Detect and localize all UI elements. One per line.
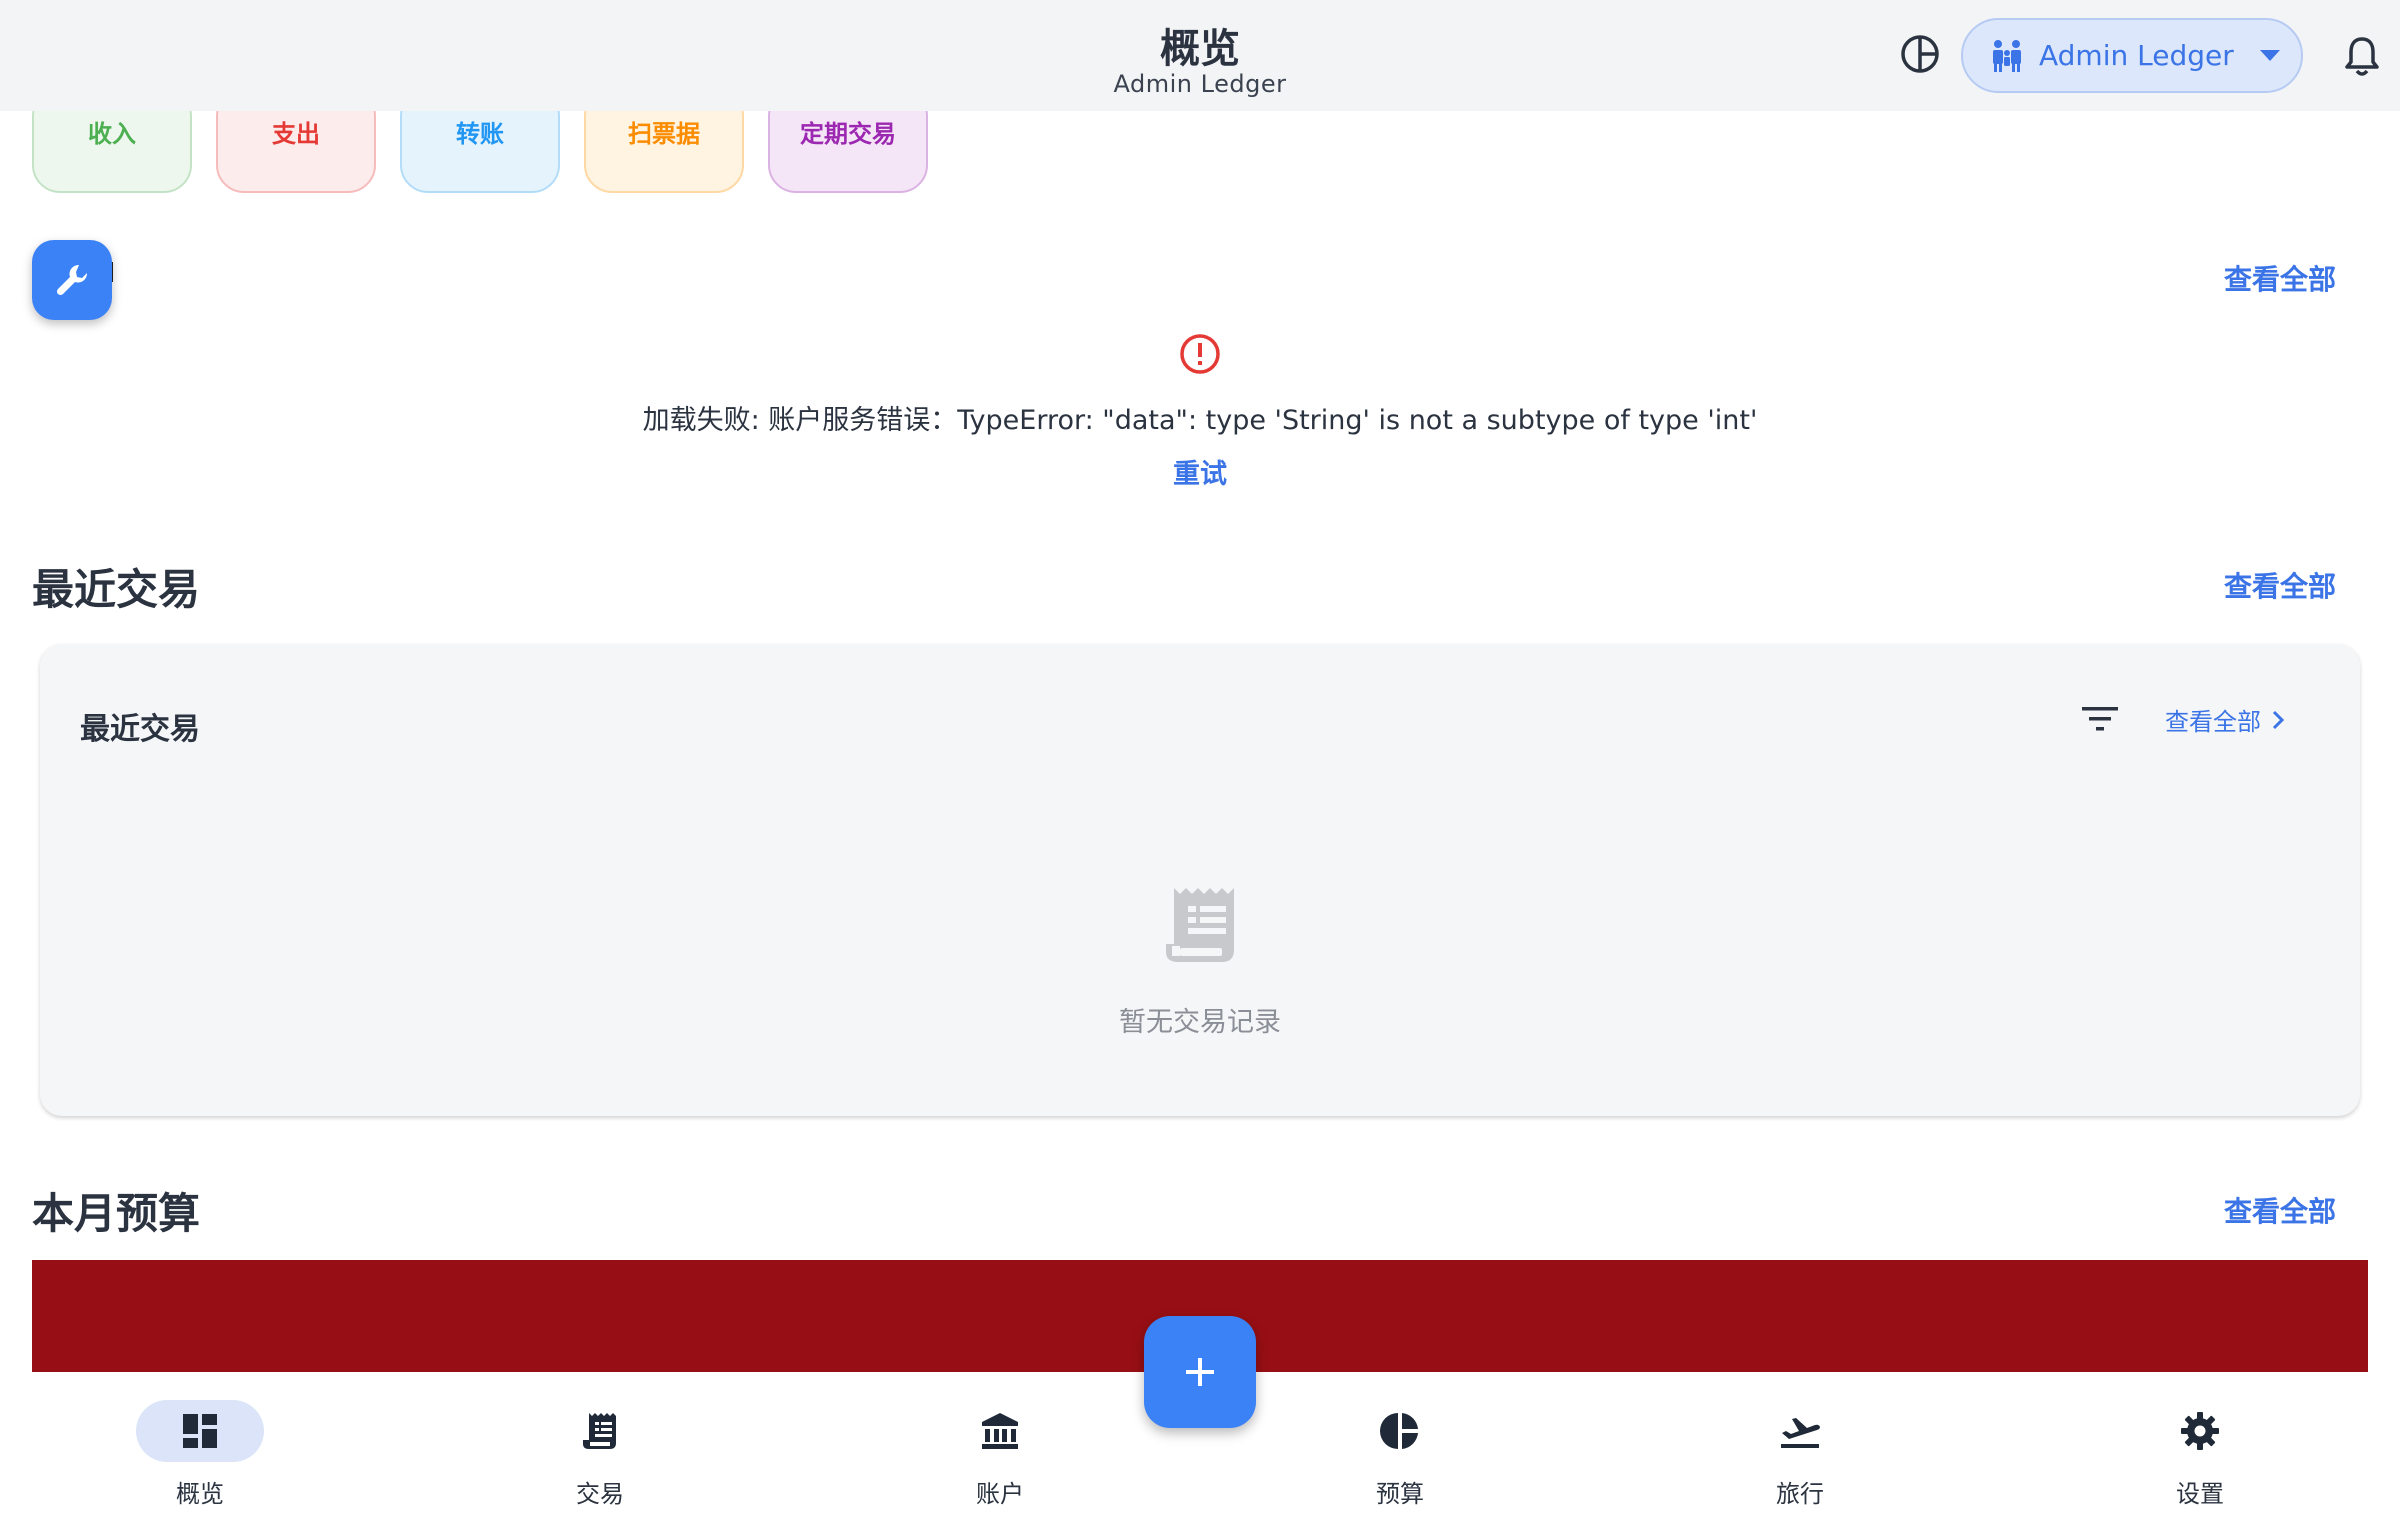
bank-icon <box>982 1413 1018 1449</box>
recent-view-all-link[interactable]: 查看全部 <box>2224 565 2336 605</box>
nav-item-transactions[interactable]: 交易 <box>500 1372 700 1532</box>
quick-action-label: 定期交易 <box>800 120 896 148</box>
nav-indicator <box>2136 1400 2264 1462</box>
debug-tools-button[interactable] <box>32 240 112 320</box>
dashboard-icon <box>183 1414 217 1448</box>
nav-label: 旅行 <box>1776 1480 1824 1508</box>
recent-transactions-card: 最近交易 查看全部 暂无交易记录 <box>40 644 2360 1116</box>
error-message: 加载失败: 账户服务错误：TypeError: "data": type 'St… <box>642 405 1758 436</box>
top-app-bar: 概览 Admin Ledger Admin Ledger <box>0 0 2400 111</box>
nav-item-overview[interactable]: 概览 <box>100 1372 300 1532</box>
bell-icon <box>2345 37 2379 76</box>
chevron-right-icon <box>2272 710 2285 729</box>
caret-down-icon <box>2259 49 2280 61</box>
wrench-icon <box>56 264 88 296</box>
plus-icon <box>1186 1358 1214 1386</box>
ledger-name: Admin Ledger <box>2039 39 2234 72</box>
flight-takeoff-icon <box>1781 1418 1820 1448</box>
settings-icon <box>2181 1412 2219 1450</box>
nav-indicator <box>1736 1400 1864 1462</box>
retry-button[interactable]: 重试 <box>0 452 2400 491</box>
quick-action-label: 收入 <box>88 120 136 148</box>
nav-indicator <box>136 1400 264 1462</box>
nav-item-budget[interactable]: 预算 <box>1300 1372 1500 1532</box>
receipt-icon <box>583 1413 616 1449</box>
filter-icon[interactable] <box>2080 704 2120 734</box>
nav-label: 概览 <box>176 1480 224 1508</box>
recent-transactions-heading: 最近交易 <box>32 565 201 614</box>
nav-label: 交易 <box>576 1480 624 1508</box>
nav-label: 设置 <box>2176 1480 2224 1508</box>
error-icon <box>1180 334 1220 374</box>
nav-item-travel[interactable]: 旅行 <box>1700 1372 1900 1532</box>
card-view-all-label: 查看全部 <box>2165 708 2261 736</box>
ledger-switcher-button[interactable]: Admin Ledger <box>1961 18 2303 93</box>
quick-action-label: 转账 <box>456 120 504 148</box>
quick-action-label: 扫票据 <box>628 120 700 148</box>
card-title: 最近交易 <box>80 712 200 747</box>
nav-label: 预算 <box>1376 1480 1424 1508</box>
nav-indicator <box>936 1400 1064 1462</box>
receipt-icon <box>1166 888 1234 962</box>
budget-view-all-link[interactable]: 查看全部 <box>2224 1190 2336 1230</box>
nav-indicator <box>1336 1400 1464 1462</box>
card-view-all-link[interactable]: 查看全部 <box>2165 702 2285 737</box>
nav-indicator <box>536 1400 664 1462</box>
theme-toggle-button[interactable] <box>1896 30 1944 78</box>
add-transaction-button[interactable] <box>1144 1316 1256 1428</box>
nav-item-settings[interactable]: 设置 <box>2100 1372 2300 1532</box>
accounts-view-all-link[interactable]: 查看全部 <box>2224 258 2336 298</box>
pie-toggle-icon <box>1901 35 1939 73</box>
pie-chart-icon <box>1380 1413 1418 1449</box>
overview-page: 收入 支出 转账 扫票据 定期交易 概览 Admin Ledger Admin … <box>0 0 2400 1532</box>
empty-state-text: 暂无交易记录 <box>1119 1007 1281 1038</box>
monthly-budget-heading: 本月预算 <box>32 1189 201 1238</box>
nav-item-accounts[interactable]: 账户 <box>900 1372 1100 1532</box>
notifications-button[interactable] <box>2338 30 2386 82</box>
nav-label: 账户 <box>976 1480 1024 1508</box>
family-icon <box>1993 39 2021 72</box>
quick-action-label: 支出 <box>272 120 320 148</box>
